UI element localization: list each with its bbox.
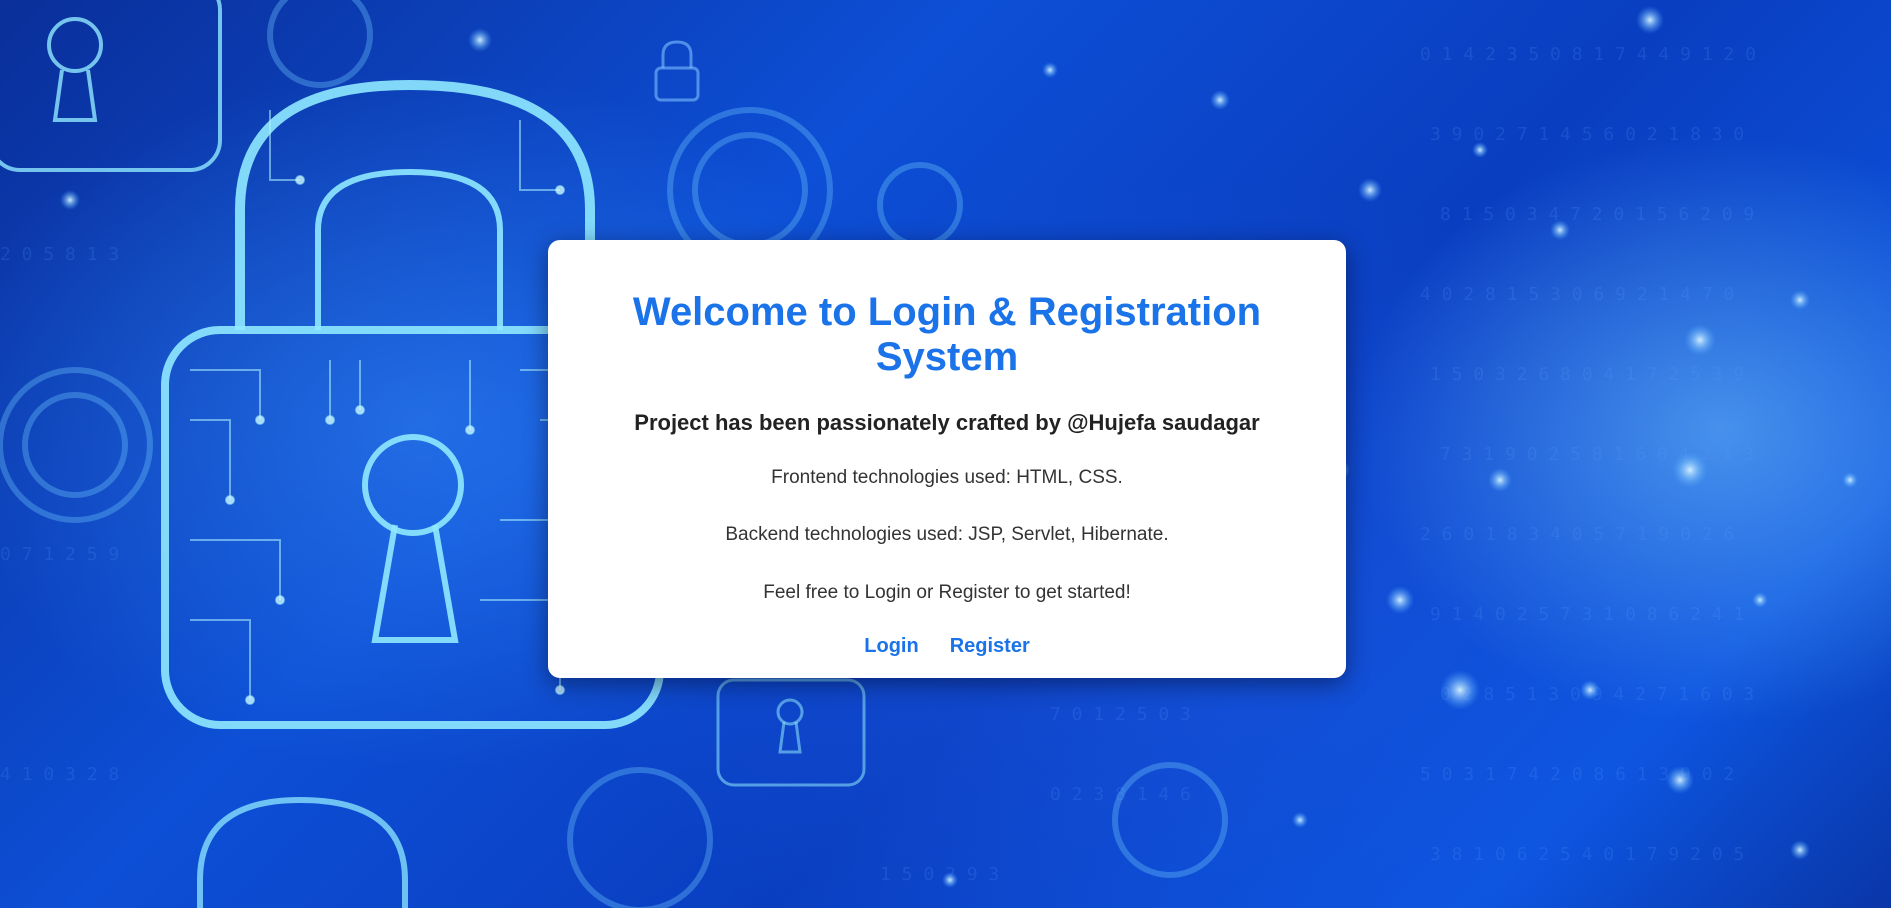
svg-text:1 5 0 2 9 3: 1 5 0 2 9 3: [880, 864, 999, 885]
register-link[interactable]: Register: [950, 634, 1030, 658]
get-started-text: Feel free to Login or Register to get st…: [763, 582, 1131, 603]
welcome-card: Welcome to Login & Registration System P…: [548, 240, 1346, 678]
svg-text:4 1 0 3 2 8: 4 1 0 3 2 8: [0, 764, 119, 785]
padlock-icon: [0, 0, 222, 172]
svg-text:2 0 5 8 1 3: 2 0 5 8 1 3: [0, 244, 119, 265]
page-title: Welcome to Login & Registration System: [632, 290, 1262, 379]
svg-text:9 1 4 0 2 5 7 3 1 0 8 6 2 4 1: 9 1 4 0 2 5 7 3 1 0 8 6 2 4 1: [1430, 604, 1744, 625]
backend-tech-text: Backend technologies used: JSP, Servlet,…: [725, 524, 1169, 545]
padlock-icon: [716, 678, 866, 787]
frontend-tech-text: Frontend technologies used: HTML, CSS.: [771, 467, 1123, 488]
svg-text:2 6 0 1 8 3 4 0 5 7 1 9 0 2 6: 2 6 0 1 8 3 4 0 5 7 1 9 0 2 6: [1420, 524, 1734, 545]
padlock-icon: [654, 40, 700, 102]
svg-text:0 7 1 2 5 9: 0 7 1 2 5 9: [0, 544, 119, 565]
svg-text:8 1 5 0 3 4 7 2 0 1 5 6 2 0 9: 8 1 5 0 3 4 7 2 0 1 5 6 2 0 9: [1440, 204, 1754, 225]
svg-text:1 5 0 3 2 6 8 0 4 1 7 2 5 3 9: 1 5 0 3 2 6 8 0 4 1 7 2 5 3 9: [1430, 364, 1744, 385]
svg-text:7 3 1 9 0 2 5 8 1 6 0 4 2 1 3: 7 3 1 9 0 2 5 8 1 6 0 4 2 1 3: [1440, 444, 1754, 465]
svg-text:0 1 4 2 3 5 0 8 1 7 4 4 9 1 2: 0 1 4 2 3 5 0 8 1 7 4 4 9 1 2 0: [1420, 44, 1756, 65]
author-subtitle: Project has been passionately crafted by…: [634, 410, 1260, 435]
svg-text:3 8 1 0 6 2 5 4 0 1 7 9 2 0 5: 3 8 1 0 6 2 5 4 0 1 7 9 2 0 5: [1430, 844, 1744, 865]
login-link[interactable]: Login: [864, 634, 918, 658]
svg-text:4 0 2 8 1 5 3 0 6 9 2 1 4 7 0: 4 0 2 8 1 5 3 0 6 9 2 1 4 7 0: [1420, 284, 1734, 305]
svg-text:7 0 1 2 5 0 3: 7 0 1 2 5 0 3: [1050, 704, 1191, 725]
auth-links: Login Register: [548, 634, 1346, 658]
svg-text:3 9 0 2 7 1 4 5 6 0 2 1 8 3 0: 3 9 0 2 7 1 4 5 6 0 2 1 8 3 0: [1430, 124, 1744, 145]
